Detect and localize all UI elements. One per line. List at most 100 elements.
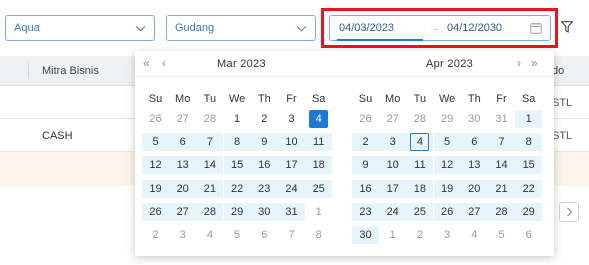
calendar-day-cell[interactable]: 7 bbox=[278, 226, 305, 244]
next-year-icon[interactable]: » bbox=[531, 57, 538, 69]
prev-year-icon[interactable]: « bbox=[143, 57, 150, 69]
calendar-day-cell[interactable]: 31 bbox=[278, 202, 305, 221]
calendar-day-cell[interactable]: 5 bbox=[142, 133, 169, 152]
calendar-day-cell[interactable]: 11 bbox=[406, 156, 434, 175]
calendar-day-cell[interactable]: 16 bbox=[352, 179, 379, 198]
calendar-day-cell[interactable]: 23 bbox=[250, 179, 278, 198]
calendar-day-cell[interactable]: 21 bbox=[196, 179, 224, 198]
calendar-day-cell[interactable]: 30 bbox=[461, 110, 488, 128]
calendar-day-cell[interactable]: 6 bbox=[460, 133, 488, 152]
calendar-day-cell[interactable]: 30 bbox=[352, 226, 379, 244]
calendar-day-cell[interactable]: 15 bbox=[223, 156, 251, 175]
end-date-input[interactable]: 04/12/2030 bbox=[447, 22, 502, 34]
next-page-button[interactable] bbox=[559, 202, 579, 222]
calendar-day-cell[interactable]: 3 bbox=[379, 133, 407, 152]
calendar-day-cell[interactable]: 25 bbox=[305, 179, 333, 198]
date-range-picker[interactable]: 04/03/2023 → 04/12/2030 bbox=[329, 15, 551, 41]
calendar-day-cell[interactable]: 18 bbox=[406, 179, 434, 198]
calendar-day-cell[interactable]: 28 bbox=[488, 202, 515, 221]
warehouse-select[interactable]: Gudang bbox=[166, 15, 316, 41]
calendar-day-cell[interactable]: 28 bbox=[406, 110, 433, 128]
calendar-day-cell[interactable]: 20 bbox=[460, 179, 488, 198]
calendar-day-cell[interactable]: 29 bbox=[515, 202, 543, 221]
calendar-day-cell[interactable]: 2 bbox=[352, 133, 379, 152]
prev-month-icon[interactable]: ‹ bbox=[162, 57, 166, 69]
calendar-day-cell[interactable]: 31 bbox=[488, 110, 515, 128]
column-header-mitra-bisnis[interactable]: Mitra Bisnis bbox=[42, 65, 99, 77]
calendar-day-cell[interactable]: 7 bbox=[488, 133, 515, 152]
product-select[interactable]: Aqua bbox=[5, 15, 155, 41]
calendar-day-cell[interactable]: 19 bbox=[142, 179, 169, 198]
calendar-day-cell[interactable]: 5 bbox=[224, 226, 251, 244]
filter-icon[interactable] bbox=[561, 21, 573, 33]
calendar-day-cell[interactable]: 6 bbox=[515, 226, 542, 244]
calendar-day-cell[interactable]: 27 bbox=[379, 110, 406, 128]
day-number: 27 bbox=[176, 113, 189, 125]
calendar-day-cell[interactable]: 6 bbox=[251, 226, 278, 244]
calendar-day-cell[interactable]: 21 bbox=[488, 179, 515, 198]
calendar-day-cell[interactable]: 19 bbox=[433, 179, 461, 198]
calendar-day-cell[interactable]: 4 bbox=[305, 110, 332, 128]
calendar-day-cell[interactable]: 23 bbox=[352, 202, 379, 221]
calendar-day-cell[interactable]: 2 bbox=[406, 226, 433, 244]
calendar-day-cell[interactable]: 2 bbox=[142, 226, 169, 244]
right-month-title[interactable]: Apr 2023 bbox=[426, 58, 473, 70]
calendar-day-cell[interactable]: 29 bbox=[434, 110, 461, 128]
day-number: 10 bbox=[386, 159, 399, 172]
calendar-day-cell[interactable]: 16 bbox=[250, 156, 278, 175]
calendar-day-cell[interactable]: 14 bbox=[488, 156, 515, 175]
calendar-day-cell[interactable]: 10 bbox=[278, 133, 305, 152]
calendar-day-cell[interactable]: 20 bbox=[169, 179, 197, 198]
calendar-day-cell[interactable]: 27 bbox=[169, 110, 196, 128]
calendar-day-cell[interactable]: 5 bbox=[488, 226, 515, 244]
calendar-day-cell[interactable]: 26 bbox=[433, 202, 461, 221]
calendar-day-cell[interactable]: 26 bbox=[142, 202, 169, 221]
calendar-day-cell[interactable]: 29 bbox=[223, 202, 251, 221]
calendar-day-cell[interactable]: 4 bbox=[406, 133, 434, 152]
calendar-day-cell[interactable]: 15 bbox=[515, 156, 543, 175]
calendar-day-cell[interactable]: 17 bbox=[379, 179, 407, 198]
calendar-day-cell[interactable]: 11 bbox=[305, 133, 333, 152]
calendar-day-cell[interactable]: 4 bbox=[196, 226, 223, 244]
calendar-day-cell[interactable]: 3 bbox=[169, 226, 196, 244]
calendar-day-cell[interactable]: 5 bbox=[433, 133, 461, 152]
calendar-day-cell[interactable]: 4 bbox=[461, 226, 488, 244]
calendar-day-cell[interactable]: 24 bbox=[379, 202, 407, 221]
calendar-day-cell[interactable]: 25 bbox=[406, 202, 434, 221]
calendar-day-cell[interactable]: 8 bbox=[515, 133, 543, 152]
calendar-day-cell[interactable]: 12 bbox=[433, 156, 461, 175]
calendar-day-cell[interactable]: 13 bbox=[169, 156, 197, 175]
calendar-day-cell[interactable]: 3 bbox=[278, 110, 305, 128]
calendar-day-cell[interactable]: 27 bbox=[460, 202, 488, 221]
calendar-day-cell[interactable]: 1 bbox=[379, 226, 406, 244]
calendar-day-cell[interactable]: 24 bbox=[278, 179, 305, 198]
start-date-input[interactable]: 04/03/2023 bbox=[339, 22, 394, 34]
calendar-day-cell[interactable]: 7 bbox=[196, 133, 224, 152]
calendar-day-cell[interactable]: 26 bbox=[352, 110, 379, 128]
calendar-day-cell[interactable]: 8 bbox=[223, 133, 251, 152]
calendar-day-cell[interactable]: 13 bbox=[460, 156, 488, 175]
calendar-day-cell[interactable]: 22 bbox=[223, 179, 251, 198]
calendar-day-cell[interactable]: 14 bbox=[196, 156, 224, 175]
calendar-day-cell[interactable]: 10 bbox=[379, 156, 407, 175]
calendar-day-cell[interactable]: 3 bbox=[434, 226, 461, 244]
calendar-day-cell[interactable]: 9 bbox=[352, 156, 379, 175]
calendar-day-cell[interactable]: 1 bbox=[305, 203, 332, 221]
calendar-day-cell[interactable]: 6 bbox=[169, 133, 197, 152]
calendar-day-cell[interactable]: 1 bbox=[224, 110, 251, 128]
calendar-day-cell[interactable]: 9 bbox=[250, 133, 278, 152]
calendar-day-cell[interactable]: 2 bbox=[251, 110, 278, 128]
next-month-icon[interactable]: › bbox=[517, 57, 521, 69]
calendar-day-cell[interactable]: 28 bbox=[196, 202, 224, 221]
left-month-title[interactable]: Mar 2023 bbox=[217, 58, 266, 70]
calendar-day-cell[interactable]: 27 bbox=[169, 202, 197, 221]
calendar-day-cell[interactable]: 12 bbox=[142, 156, 169, 175]
calendar-day-cell[interactable]: 28 bbox=[196, 110, 223, 128]
calendar-day-cell[interactable]: 18 bbox=[305, 156, 333, 175]
calendar-day-cell[interactable]: 17 bbox=[278, 156, 305, 175]
calendar-day-cell[interactable]: 22 bbox=[515, 179, 543, 198]
calendar-day-cell[interactable]: 8 bbox=[305, 226, 332, 244]
calendar-day-cell[interactable]: 26 bbox=[142, 110, 169, 128]
calendar-day-cell[interactable]: 30 bbox=[250, 202, 278, 221]
calendar-day-cell[interactable]: 1 bbox=[515, 110, 543, 128]
